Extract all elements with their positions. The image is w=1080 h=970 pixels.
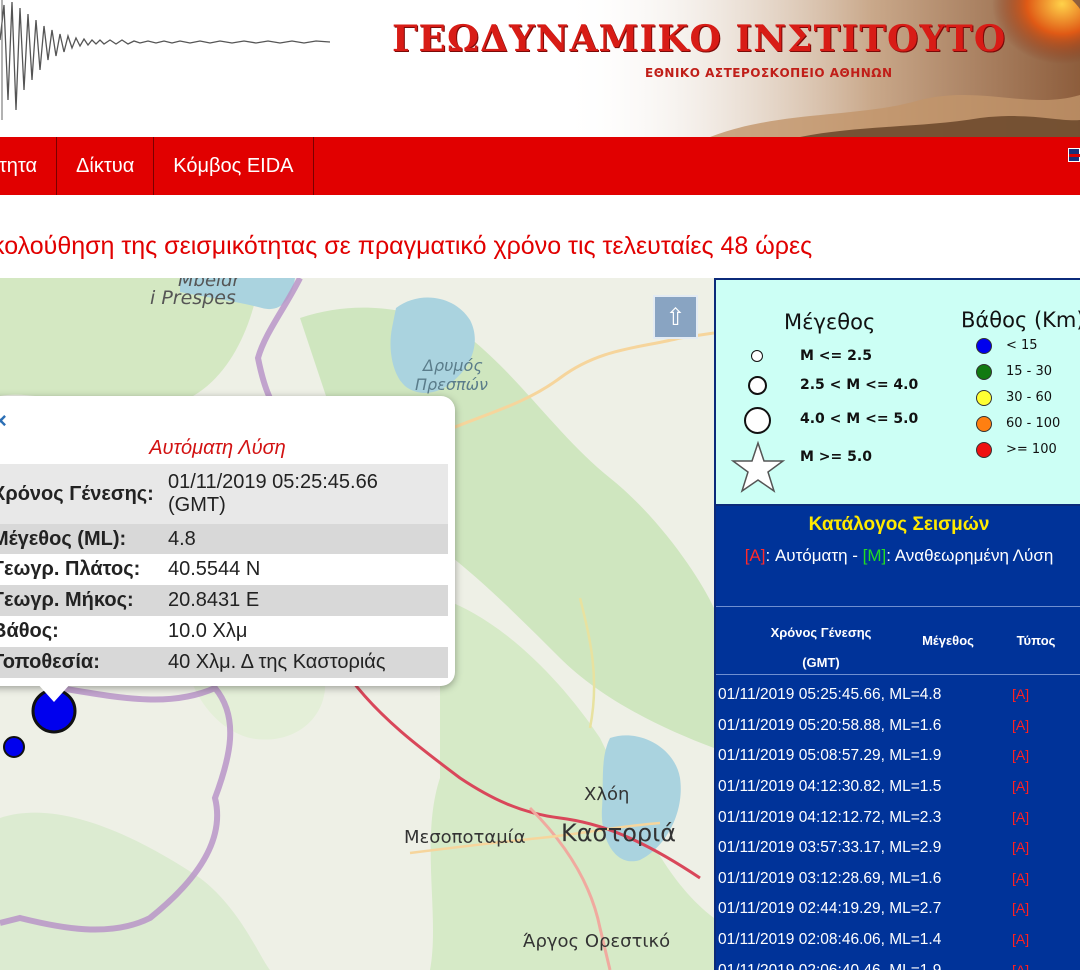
- catalog-row[interactable]: 01/11/2019 05:20:58.88, ML=1.6 [A]: [718, 711, 1080, 741]
- popup-key: Χρόνος Γένεσης:: [0, 482, 154, 505]
- popup-row: Γεωγρ. Μήκος: 20.8431 E: [0, 585, 448, 616]
- english-flag-icon[interactable]: [1068, 148, 1080, 162]
- header-banner: ΓΕΩΔΥΝΑΜΙΚΟ ΙΝΣΤΙΤΟΥΤΟ ΕΘΝΙΚΟ ΑΣΤΕΡΟΣΚΟΠ…: [0, 0, 1080, 137]
- popup-row: Τοποθεσία: 40 Χλμ. Δ της Καστοριάς: [0, 647, 448, 678]
- depth-dot-icon: [976, 442, 992, 458]
- catalog-col-time: Χρόνος Γένεσης (GMT): [770, 625, 872, 670]
- legend-depth-item: 15 - 30: [1006, 364, 1053, 379]
- map-label-dromos: Δρυμός: [423, 356, 483, 375]
- nav-item-seismicity[interactable]: ότητα: [0, 137, 58, 195]
- catalog-col-magnitude: Μέγεθος: [922, 633, 974, 648]
- catalog-row[interactable]: 01/11/2019 05:25:45.66, ML=4.8 [A]: [718, 680, 1080, 710]
- legend-depth-item: 60 - 100: [1006, 416, 1061, 431]
- catalog-row[interactable]: 01/11/2019 03:12:28.69, ML=1.6 [A]: [718, 864, 1080, 894]
- catalog-legend: [A]: Αυτόματη - [M]: Αναθεωρημένη Λύση: [744, 546, 1054, 565]
- map-label-chloi: Χλόη: [584, 784, 630, 805]
- popup-key: Βάθος:: [0, 620, 59, 642]
- popup-value: 20.8431 E: [168, 589, 260, 611]
- magnitude-ring-icon-small: [751, 350, 763, 362]
- legend-magnitude-item: M >= 5.0: [800, 449, 872, 465]
- star-icon: [730, 440, 786, 493]
- legend-depth-item: >= 100: [1006, 442, 1057, 457]
- popup-value: 10.0 Χλμ: [168, 620, 248, 642]
- popup-key: Γεωγρ. Πλάτος:: [0, 558, 141, 580]
- popup-row: Μέγεθος (ML): 4.8: [0, 524, 448, 554]
- map-label-prespon: Πρεσπών: [415, 375, 488, 394]
- depth-dot-icon: [976, 338, 992, 354]
- arrow-up-icon: ⇧: [665, 303, 686, 331]
- map-legend: Μέγεθος Βάθος (Km) M <= 2.5 2.5 < M <= 4…: [714, 278, 1080, 506]
- catalog-divider: [716, 606, 1080, 607]
- map-label-mesopotamia: Μεσοποταμία: [404, 827, 526, 848]
- catalog-divider: [716, 674, 1080, 675]
- popup-row: Γεωγρ. Πλάτος: 40.5544 N: [0, 554, 448, 585]
- catalog-row[interactable]: 01/11/2019 02:08:46.06, ML=1.4 [A]: [718, 925, 1080, 955]
- popup-value: 01/11/2019 05:25:45.66 (GMT): [168, 471, 378, 516]
- popup-value: 40.5544 N: [168, 558, 261, 580]
- epicenter-marker-small[interactable]: [3, 736, 25, 758]
- legend-depth-title: Βάθος (Km): [961, 308, 1080, 332]
- popup-key: Μέγεθος (ML):: [0, 527, 127, 550]
- map-label-kastoria: Καστοριά: [561, 819, 677, 847]
- popup-row: Χρόνος Γένεσης: 01/11/2019 05:25:45.66 (…: [0, 464, 448, 524]
- popup-key: Τοποθεσία:: [0, 651, 100, 673]
- depth-dot-icon: [976, 364, 992, 380]
- close-icon[interactable]: ×: [0, 408, 7, 434]
- catalog-row[interactable]: 01/11/2019 05:08:57.29, ML=1.9 [A]: [718, 741, 1080, 771]
- popup-value: 4.8: [168, 527, 196, 550]
- map-label-prespes: i Prespes: [150, 287, 236, 309]
- catalog-row[interactable]: 01/11/2019 03:57:33.17, ML=2.9 [A]: [718, 833, 1080, 863]
- institute-title: ΓΕΩΔΥΝΑΜΙΚΟ ΙΝΣΤΙΤΟΥΤΟ: [392, 18, 1007, 60]
- legend-depth-item: < 15: [1006, 338, 1038, 353]
- legend-magnitude-item: 2.5 < M <= 4.0: [800, 377, 919, 393]
- popup-key: Γεωγρ. Μήκος:: [0, 589, 134, 611]
- catalog-row[interactable]: 01/11/2019 02:44:19.29, ML=2.7 [A]: [718, 894, 1080, 924]
- catalog-row[interactable]: 01/11/2019 04:12:30.82, ML=1.5 [A]: [718, 772, 1080, 802]
- legend-magnitude-item: M <= 2.5: [800, 348, 872, 364]
- page-title: κολούθηση της σεισμικότητας σε πραγματικ…: [0, 232, 813, 260]
- catalog-row[interactable]: 01/11/2019 04:12:12.72, ML=2.3 [A]: [718, 803, 1080, 833]
- magnitude-ring-icon-medium: [748, 376, 767, 395]
- map-label-argos: Άργος Ορεστικό: [523, 931, 671, 952]
- popup-pointer: [36, 682, 72, 702]
- legend-depth-item: 30 - 60: [1006, 390, 1053, 405]
- main-nav: ότητα Δίκτυα Κόμβος EIDA: [0, 137, 1080, 195]
- popup-value: 40 Χλμ. Δ της Καστοριάς: [168, 651, 386, 673]
- catalog-title: Κατάλογος Σεισμών: [808, 514, 990, 535]
- depth-dot-icon: [976, 416, 992, 432]
- magnitude-ring-icon-large: [744, 407, 771, 434]
- catalog-col-type: Τύπος: [1016, 633, 1056, 648]
- map-fullscreen-button[interactable]: ⇧: [653, 295, 698, 339]
- popup-heading: Αυτόματη Λύση: [149, 437, 286, 459]
- nav-item-networks[interactable]: Δίκτυα: [57, 137, 155, 195]
- legend-magnitude-title: Μέγεθος: [784, 310, 876, 334]
- popup-details: Χρόνος Γένεσης: 01/11/2019 05:25:45.66 (…: [0, 464, 448, 678]
- institute-subtitle: ΕΘΝΙΚΟ ΑΣΤΕΡΟΣΚΟΠΕΙΟ ΑΘΗΝΩΝ: [645, 66, 893, 80]
- nav-item-eida-node[interactable]: Κόμβος EIDA: [154, 137, 314, 195]
- legend-magnitude-item: 4.0 < M <= 5.0: [800, 411, 919, 427]
- catalog-row[interactable]: 01/11/2019 02:06:40.46, ML=1.9[A]: [718, 956, 1080, 970]
- seismogram-logo: [0, 0, 331, 120]
- popup-row: Βάθος: 10.0 Χλμ: [0, 616, 448, 647]
- depth-dot-icon: [976, 390, 992, 406]
- earthquake-catalog: Κατάλογος Σεισμών [A]: Αυτόματη - [M]: Α…: [714, 506, 1080, 970]
